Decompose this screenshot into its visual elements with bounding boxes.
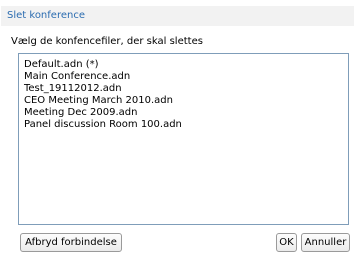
list-item[interactable]: Meeting Dec 2009.adn [24, 107, 137, 119]
list-item[interactable]: CEO Meeting March 2010.adn [24, 95, 173, 107]
list-item[interactable]: Default.adn (*) [24, 59, 99, 71]
ok-button[interactable]: OK [276, 233, 297, 252]
instruction-label: Vælg de konfencefiler, der skal slettes [11, 36, 203, 47]
dialog-title-bar: Slet konference [1, 6, 354, 26]
delete-conference-dialog: Slet konference Vælg de konfencefiler, d… [0, 0, 355, 257]
dialog-title: Slet konference [7, 10, 85, 21]
list-item[interactable]: Main Conference.adn [24, 71, 130, 83]
conference-file-list[interactable]: Default.adn (*) Main Conference.adn Test… [18, 53, 349, 225]
disconnect-button[interactable]: Afbryd forbindelse [20, 233, 122, 252]
list-item[interactable]: Panel discussion Room 100.adn [24, 119, 182, 131]
cancel-button[interactable]: Annuller [301, 233, 350, 252]
list-item[interactable]: Test_19112012.adn [24, 83, 122, 95]
